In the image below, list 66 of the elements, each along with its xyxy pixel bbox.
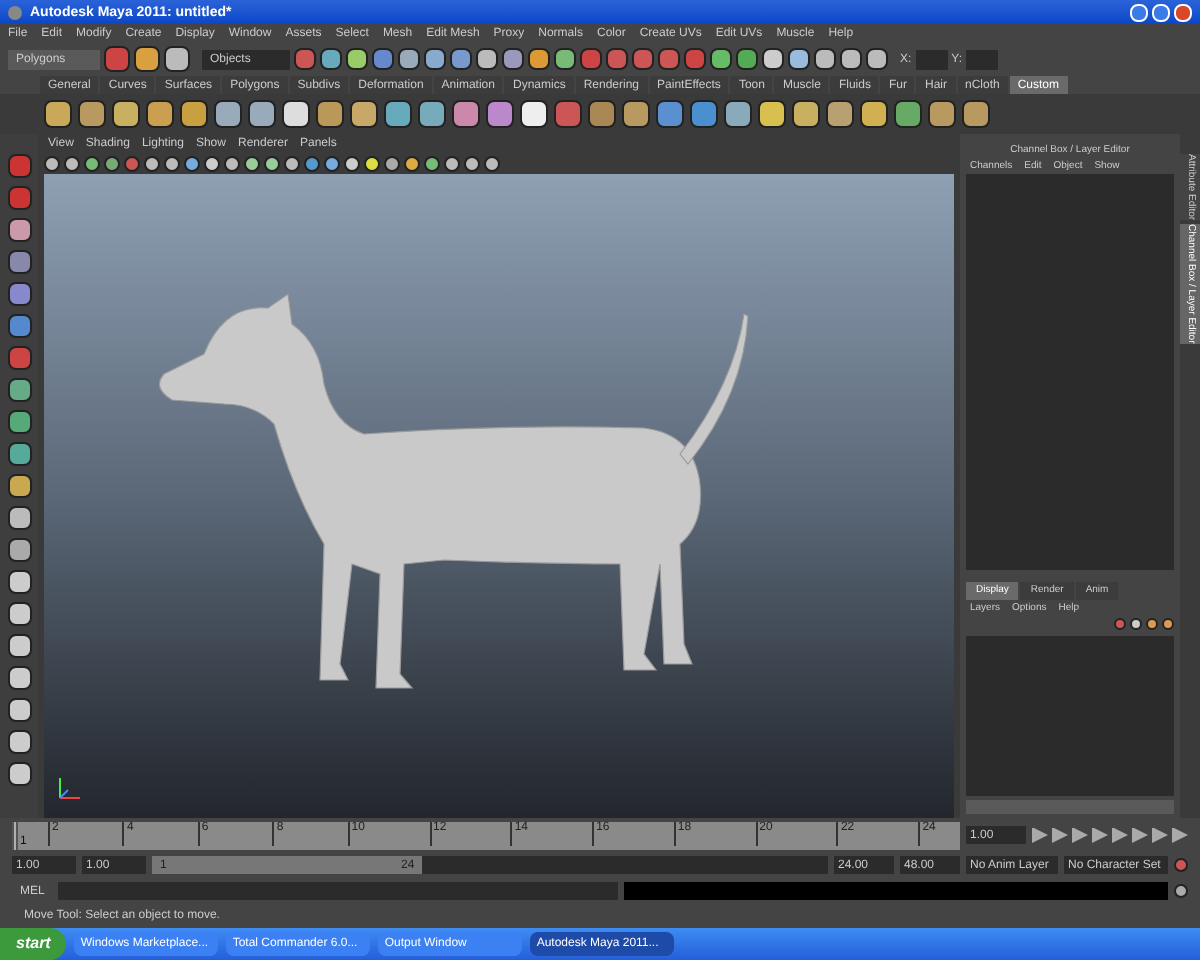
tool-icon[interactable] [418, 100, 446, 128]
tool-icon[interactable] [450, 48, 472, 70]
tool-icon[interactable] [7, 698, 31, 722]
tool-icon[interactable] [350, 100, 378, 128]
tool-icon[interactable] [7, 634, 31, 658]
tool-icon[interactable] [762, 48, 784, 70]
tool-icon[interactable] [112, 100, 140, 128]
tool-icon[interactable] [710, 48, 732, 70]
tool-icon[interactable] [7, 570, 31, 594]
tool-icon[interactable] [826, 100, 854, 128]
tool-icon[interactable] [554, 48, 576, 70]
tool-icon[interactable] [398, 48, 420, 70]
tool-icon[interactable] [164, 46, 190, 72]
tool-icon[interactable] [146, 100, 174, 128]
tool-icon[interactable] [792, 100, 820, 128]
tool-icon[interactable] [788, 48, 810, 70]
tool-icon[interactable] [320, 48, 342, 70]
tool-icon[interactable] [78, 100, 106, 128]
tool-icon[interactable] [7, 602, 31, 626]
tool-icon[interactable] [502, 48, 524, 70]
tool-icon[interactable] [424, 48, 446, 70]
tool-icon[interactable] [724, 100, 752, 128]
tool-icon[interactable] [180, 100, 208, 128]
tool-icon[interactable] [866, 48, 888, 70]
tool-icon[interactable] [7, 378, 31, 402]
minimize-icon[interactable] [1130, 3, 1148, 21]
tool-icon[interactable] [214, 100, 242, 128]
start-button[interactable]: start [0, 928, 67, 960]
tool-icon[interactable] [894, 100, 922, 128]
tool-icon[interactable] [758, 100, 786, 128]
command-input[interactable] [58, 882, 618, 900]
app-icon [8, 5, 22, 19]
tool-icon[interactable] [860, 100, 888, 128]
tool-icon[interactable] [928, 100, 956, 128]
tool-icon[interactable] [7, 506, 31, 530]
axis-gizmo-icon [56, 774, 84, 802]
x-field[interactable] [915, 49, 948, 69]
tool-icon[interactable] [384, 100, 412, 128]
tool-icon[interactable] [814, 48, 836, 70]
tool-icon[interactable] [452, 100, 480, 128]
tool-icon[interactable] [316, 100, 344, 128]
tool-icon[interactable] [44, 100, 72, 128]
close-icon[interactable] [1174, 3, 1192, 21]
tool-icon[interactable] [476, 48, 498, 70]
tool-icon[interactable] [622, 100, 650, 128]
tool-icon[interactable] [7, 762, 31, 786]
tool-icon[interactable] [7, 442, 31, 466]
tool-icon[interactable] [346, 48, 368, 70]
tool-icon[interactable] [7, 474, 31, 498]
playhead[interactable] [12, 821, 18, 849]
tool-icon[interactable] [248, 100, 276, 128]
tool-icon[interactable] [134, 46, 160, 72]
tool-icon[interactable] [520, 100, 548, 128]
tool-icon[interactable] [736, 48, 758, 70]
tool-icon[interactable] [528, 48, 550, 70]
tool-icon[interactable] [7, 218, 31, 242]
maximize-icon[interactable] [1152, 3, 1170, 21]
tool-icon[interactable] [282, 100, 310, 128]
tool-icon[interactable] [7, 666, 31, 690]
tool-icon[interactable] [840, 48, 862, 70]
tool-icon[interactable] [7, 730, 31, 754]
tool-icon[interactable] [486, 100, 514, 128]
tool-icon[interactable] [962, 100, 990, 128]
y-field[interactable] [966, 49, 999, 69]
tool-icon[interactable] [7, 410, 31, 434]
tool-icon[interactable] [7, 538, 31, 562]
